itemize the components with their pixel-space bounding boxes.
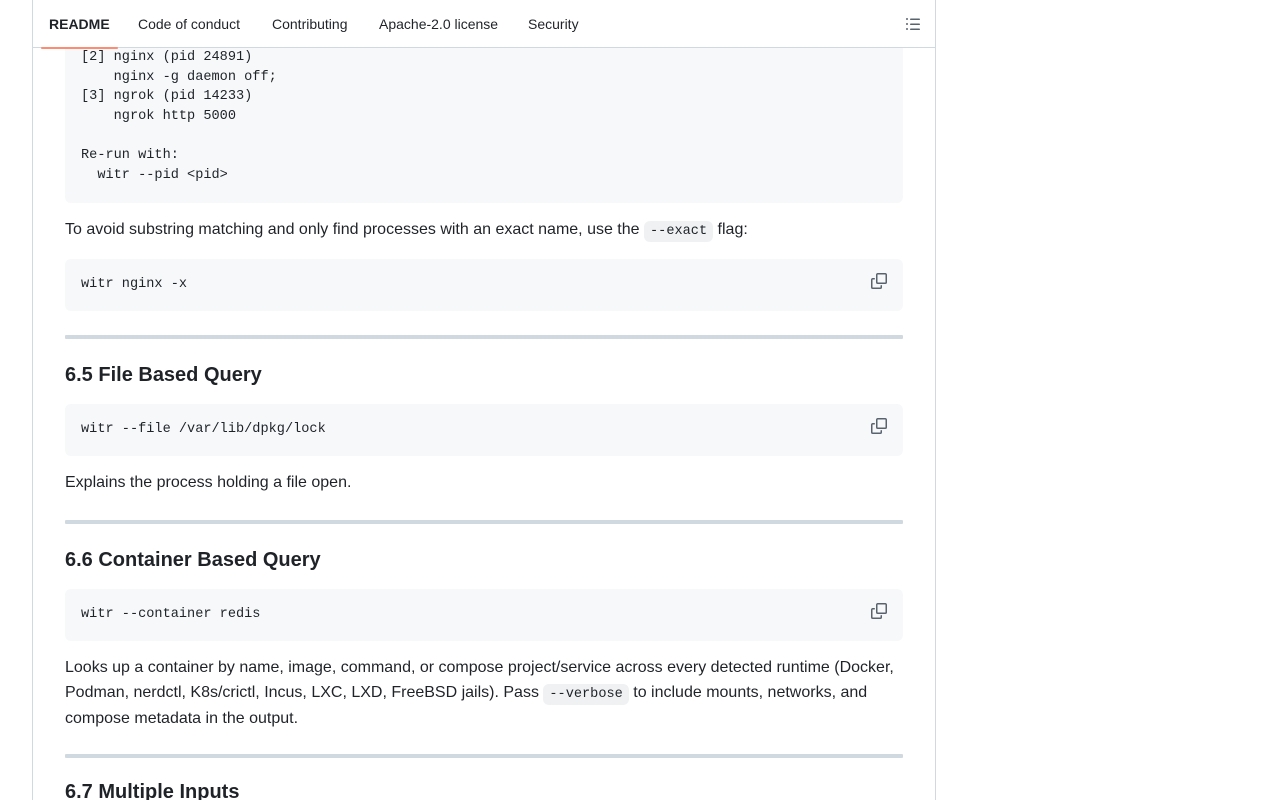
code-text: witr --container redis bbox=[81, 607, 261, 622]
paragraph-exact: To avoid substring matching and only fin… bbox=[65, 218, 903, 245]
readme-content: [2] nginx (pid 24891) nginx -g daemon of… bbox=[33, 0, 935, 800]
section-divider bbox=[65, 520, 903, 524]
code-text: witr nginx -x bbox=[81, 277, 188, 292]
readme-tab-bar: README Code of conduct Contributing Apac… bbox=[33, 0, 935, 49]
outline-button[interactable] bbox=[901, 12, 925, 36]
code-block-container: witr --container redis bbox=[65, 589, 903, 641]
inline-code-exact: --exact bbox=[644, 221, 714, 242]
code-block-process-list: [2] nginx (pid 24891) nginx -g daemon of… bbox=[65, 32, 903, 203]
code-text: [2] nginx (pid 24891) nginx -g daemon of… bbox=[81, 50, 277, 183]
heading-container-query: 6.6 Container Based Query bbox=[65, 549, 321, 571]
copy-icon bbox=[871, 273, 887, 289]
heading-file-query: 6.5 File Based Query bbox=[65, 364, 262, 386]
section-divider bbox=[65, 754, 903, 758]
paragraph-container: Looks up a container by name, image, com… bbox=[65, 656, 903, 732]
copy-button[interactable] bbox=[871, 603, 887, 621]
tab-license[interactable]: Apache-2.0 license bbox=[379, 0, 498, 48]
tab-contributing[interactable]: Contributing bbox=[272, 0, 348, 48]
tab-code-of-conduct[interactable]: Code of conduct bbox=[138, 0, 240, 48]
readme-panel: [2] nginx (pid 24891) nginx -g daemon of… bbox=[32, 0, 936, 800]
paragraph-text: flag: bbox=[713, 221, 748, 238]
copy-button[interactable] bbox=[871, 418, 887, 436]
inline-code-verbose: --verbose bbox=[543, 683, 629, 705]
copy-icon bbox=[871, 418, 887, 434]
tab-security[interactable]: Security bbox=[528, 0, 579, 48]
paragraph-text: To avoid substring matching and only fin… bbox=[65, 221, 644, 238]
paragraph-file: Explains the process holding a file open… bbox=[65, 474, 352, 491]
code-block-exact: witr nginx -x bbox=[65, 259, 903, 311]
heading-multiple-inputs: 6.7 Multiple Inputs bbox=[65, 781, 240, 800]
tab-readme[interactable]: README bbox=[41, 0, 118, 49]
list-unordered-icon bbox=[906, 18, 920, 30]
copy-button[interactable] bbox=[871, 273, 887, 291]
copy-icon bbox=[871, 603, 887, 619]
code-text: witr --file /var/lib/dpkg/lock bbox=[81, 422, 326, 437]
section-divider bbox=[65, 335, 903, 339]
code-block-file: witr --file /var/lib/dpkg/lock bbox=[65, 404, 903, 456]
